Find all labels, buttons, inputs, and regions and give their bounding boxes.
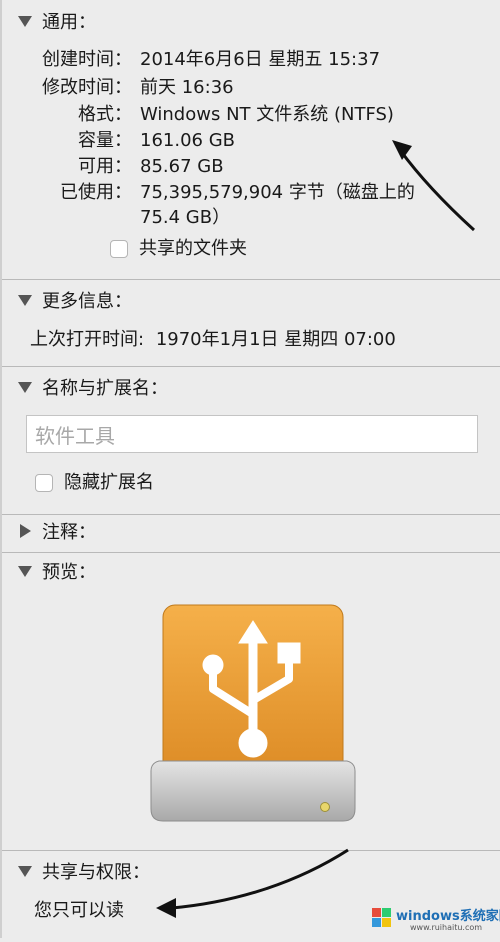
disclosure-triangle-icon[interactable] (18, 565, 32, 577)
modified-label: 修改时间： (42, 77, 132, 98)
format-value: Windows NT 文件系统 (NTFS) (140, 104, 394, 125)
disclosure-triangle-collapsed-icon[interactable] (20, 524, 31, 538)
section-preview-title: 预览： (42, 562, 96, 583)
divider (2, 552, 500, 553)
disclosure-triangle-icon[interactable] (18, 15, 32, 27)
used-label: 已使用： (60, 182, 132, 203)
capacity-label: 容量： (78, 130, 132, 151)
name-input[interactable] (26, 415, 478, 453)
section-sharing-title: 共享与权限： (42, 862, 150, 883)
hide-extension-label: 隐藏扩展名 (64, 472, 154, 493)
modified-value: 前天 16:36 (140, 77, 234, 98)
capacity-value: 161.06 GB (140, 130, 236, 151)
created-value: 2014年6月6日 星期五 15:37 (140, 49, 381, 70)
last-opened-label: 上次打开时间: (30, 329, 145, 350)
divider (2, 366, 500, 367)
hide-extension-checkbox[interactable] (35, 474, 53, 492)
disclosure-triangle-icon[interactable] (18, 381, 32, 393)
divider (2, 279, 500, 280)
created-label: 创建时间： (42, 49, 132, 70)
section-sharing-header[interactable]: 共享与权限： (18, 858, 150, 884)
watermark-url: www.ruihaitu.com (410, 923, 483, 932)
format-label: 格式： (78, 104, 132, 125)
last-opened-row: 上次打开时间: 1970年1月1日 星期四 07:00 (30, 327, 396, 353)
section-general-title: 通用： (42, 12, 96, 33)
watermark-logo: windows系统家园 www.ruihaitu.com (370, 896, 500, 938)
section-general-header[interactable]: 通用： (18, 8, 96, 34)
shared-folder-checkbox[interactable] (110, 240, 128, 258)
usb-drive-icon (150, 604, 356, 822)
available-label: 可用： (78, 156, 132, 177)
divider (2, 514, 500, 515)
used-value: 75,395,579,904 字节（磁盘上的 (140, 182, 415, 203)
sharing-status: 您只可以读 (34, 900, 124, 921)
section-name-ext-title: 名称与扩展名： (42, 378, 168, 399)
shared-folder-label: 共享的文件夹 (139, 238, 247, 259)
section-more-info-header[interactable]: 更多信息： (18, 287, 132, 313)
available-value: 85.67 GB (140, 156, 224, 177)
last-opened-value: 1970年1月1日 星期四 07:00 (155, 329, 396, 350)
annotation-arrow-sharing-icon (156, 848, 349, 918)
watermark-brand: windows系统家园 (396, 909, 500, 924)
section-comments-title: 注释： (42, 522, 96, 543)
divider (2, 850, 500, 851)
section-name-ext-header[interactable]: 名称与扩展名： (18, 374, 168, 400)
section-preview-header[interactable]: 预览： (18, 558, 96, 584)
used-value-line2: 75.4 GB） (140, 207, 231, 228)
disclosure-triangle-icon[interactable] (18, 865, 32, 877)
section-comments-header[interactable]: 注释： (18, 518, 96, 544)
section-more-info-title: 更多信息： (42, 291, 132, 312)
info-panel: 通用： 创建时间： 2014年6月6日 星期五 15:37 修改时间： 前天 1… (0, 0, 500, 938)
disclosure-triangle-icon[interactable] (18, 294, 32, 306)
